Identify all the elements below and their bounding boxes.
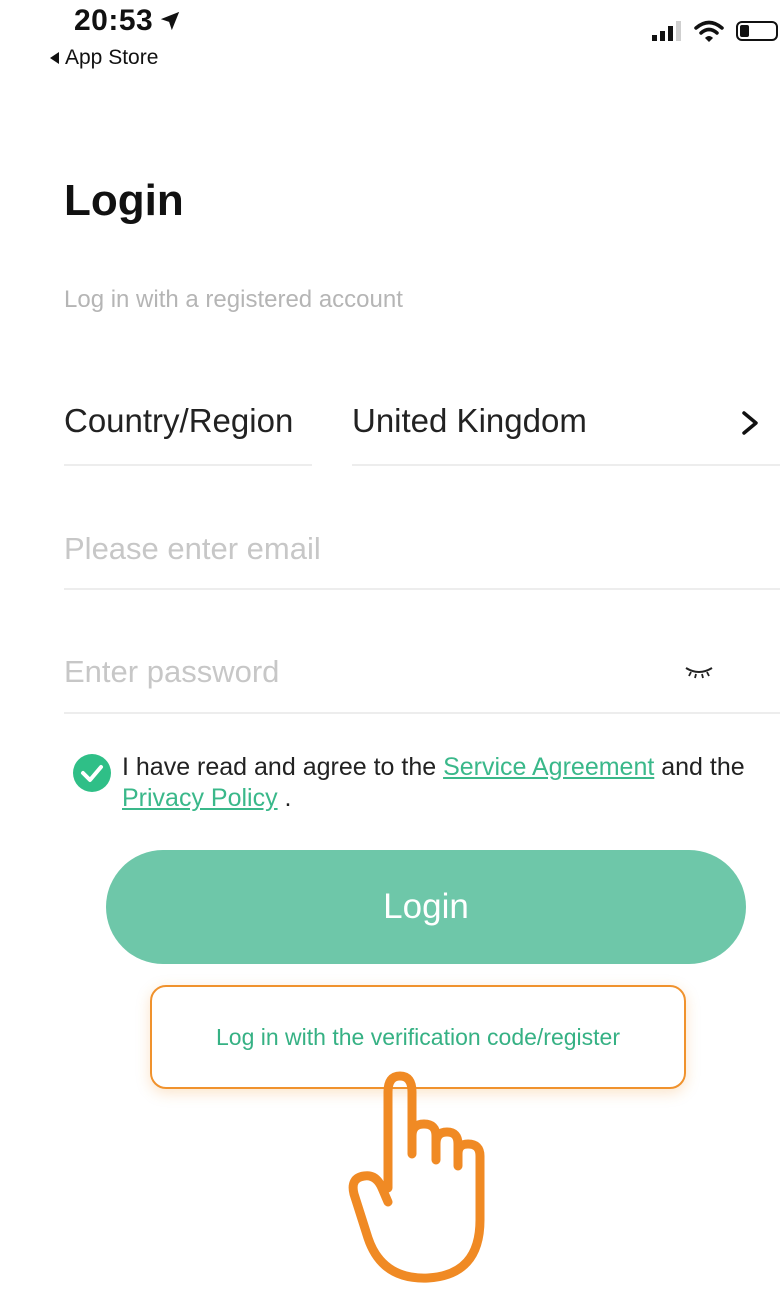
battery-icon [736,21,778,41]
eye-closed-icon[interactable] [684,664,714,680]
country-region-label: Country/Region [64,402,294,439]
checkmark-icon[interactable] [72,753,112,793]
password-divider [64,712,780,714]
email-input[interactable] [64,528,704,570]
location-arrow-icon [161,11,180,31]
login-button[interactable]: Login [106,850,746,964]
privacy-policy-link[interactable]: Privacy Policy [122,784,278,812]
agreement-prefix: I have read and agree to the [122,753,444,781]
back-to-app-store[interactable]: App Store [50,46,158,70]
service-agreement-link[interactable]: Service Agreement [443,753,654,781]
country-label-divider [64,464,312,466]
chevron-right-icon[interactable] [740,410,762,436]
time-text: 20:53 [74,4,154,37]
page-title: Login [64,176,184,225]
agreement-middle: and the [661,753,745,781]
back-triangle-icon [50,52,59,64]
wifi-icon [694,20,724,42]
agreement-text: I have read and agree to the Service Agr… [122,752,778,814]
country-region-value[interactable]: United Kingdom [352,402,587,440]
country-value-divider [352,464,780,466]
agreement-suffix: . [284,784,292,812]
status-indicators [652,20,780,42]
signal-icon [652,21,681,41]
email-divider [64,588,780,590]
back-app-label: App Store [65,46,159,69]
password-input[interactable] [64,651,664,693]
page-subtitle: Log in with a registered account [64,286,403,313]
verification-link-label: Log in with the verification code/regist… [216,1023,620,1050]
pointing-hand-icon [348,1071,485,1283]
status-time: 20:53 [74,4,181,38]
